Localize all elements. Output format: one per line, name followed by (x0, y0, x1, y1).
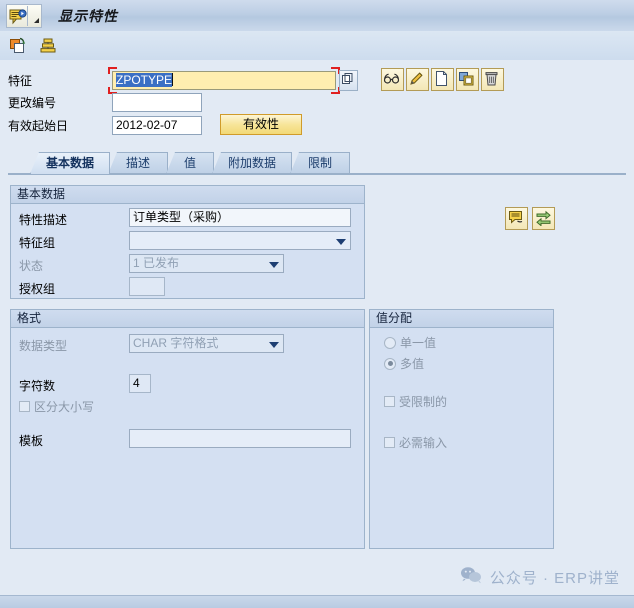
tab-description[interactable]: 描述 (108, 152, 168, 174)
characteristic-label: 特征 (8, 74, 33, 88)
valid-from-input[interactable]: 2012-02-07 (112, 116, 202, 135)
watermark: 公众号 · ERP讲堂 (460, 566, 620, 588)
characteristic-input[interactable]: ZPOTYPE (112, 71, 336, 90)
sap-characteristic-icon (7, 6, 27, 26)
characteristic-focus-frame: ZPOTYPE (108, 67, 340, 94)
copy-from-icon[interactable] (456, 68, 479, 91)
checkbox-box-icon (384, 396, 395, 407)
auth-group-label: 授权组 (19, 282, 56, 296)
entry-required-label: 必需输入 (399, 436, 448, 450)
data-type-value: CHAR 字符格式 (133, 336, 219, 350)
basic-data-group-title: 基本数据 (11, 186, 364, 204)
change-number-label: 更改编号 (8, 96, 57, 110)
menu-arrow-icon[interactable] (28, 6, 41, 26)
status-value: 1 已发布 (133, 256, 180, 270)
edit-pencil-icon[interactable] (406, 68, 429, 91)
tab-content-basic-data: 基本数据 特性描述 订单类型（采购） 特征组 状态 1 已发布 授权组 格式 数… (8, 175, 626, 561)
change-number-input[interactable] (112, 93, 202, 112)
chevron-down-icon (269, 262, 279, 268)
header-form: 特征 ZPOTYPE 更改编号 有效起始日 2012-02-07 有效性 (0, 60, 634, 152)
display-glasses-icon[interactable] (381, 68, 404, 91)
validity-button[interactable]: 有效性 (220, 114, 303, 135)
create-page-icon[interactable] (431, 68, 454, 91)
valid-from-row: 有效起始日 2012-02-07 (8, 116, 202, 135)
radio-circle-icon (384, 336, 396, 349)
wechat-icon (460, 566, 482, 588)
delete-trash-icon[interactable] (481, 68, 504, 91)
number-of-chars-input[interactable]: 4 (129, 374, 151, 393)
value-assignment-group-title: 值分配 (370, 310, 553, 328)
checkbox-box-icon (384, 437, 395, 448)
chevron-down-icon (269, 342, 279, 348)
status-bar (0, 595, 634, 608)
documentation-icon[interactable] (505, 207, 528, 230)
single-value-radio: 单一值 (384, 334, 436, 351)
description-field: 订单类型（采购） (129, 208, 351, 227)
tab-values[interactable]: 值 (166, 152, 214, 174)
number-of-chars-label: 字符数 (19, 379, 56, 393)
single-value-label: 单一值 (400, 336, 437, 350)
radio-circle-selected-icon (384, 357, 396, 370)
sap-window: 显示特性 特征 ZPOTYPE 更改编号 有效起始日 2012-02-07 有效… (0, 0, 634, 608)
hierarchy-icon[interactable] (38, 36, 58, 56)
change-number-row: 更改编号 (8, 93, 202, 112)
data-type-label: 数据类型 (19, 339, 68, 353)
multiple-values-radio: 多值 (384, 355, 424, 372)
search-help-icon[interactable] (339, 70, 358, 91)
template-input[interactable] (129, 429, 351, 448)
status-dropdown: 1 已发布 (129, 254, 284, 273)
tab-restrictions[interactable]: 限制 (290, 152, 350, 174)
copy-icon[interactable] (8, 36, 28, 56)
tab-strip: 基本数据 描述 值 附加数据 限制 (8, 152, 626, 174)
template-label: 模板 (19, 434, 44, 448)
basic-data-group: 基本数据 特性描述 订单类型（采购） 特征组 状态 1 已发布 授权组 (10, 185, 365, 299)
value-assignment-group: 值分配 单一值 多值 受限制的 必需输入 (369, 309, 554, 549)
status-label: 状态 (19, 259, 44, 273)
entry-required-checkbox: 必需输入 (384, 434, 447, 451)
valid-from-label: 有效起始日 (8, 119, 69, 133)
description-label: 特性描述 (19, 213, 68, 227)
exchange-arrows-icon[interactable] (532, 207, 555, 230)
action-button-group (381, 68, 504, 91)
title-bar: 显示特性 (0, 0, 634, 32)
case-sensitive-checkbox: 区分大小写 (19, 398, 94, 415)
format-group-title: 格式 (11, 310, 364, 328)
tab-basic-data[interactable]: 基本数据 (30, 152, 110, 174)
system-menu-button[interactable] (6, 3, 42, 28)
multiple-values-label: 多值 (400, 357, 425, 371)
char-group-dropdown[interactable] (129, 231, 351, 250)
tab-additional-data[interactable]: 附加数据 (212, 152, 292, 174)
char-group-label: 特征组 (19, 236, 56, 250)
data-type-dropdown: CHAR 字符格式 (129, 334, 284, 353)
application-toolbar (0, 31, 634, 61)
text-caret (172, 73, 174, 86)
auth-group-input[interactable] (129, 277, 165, 296)
restricted-label: 受限制的 (399, 395, 448, 409)
restricted-checkbox: 受限制的 (384, 393, 447, 410)
case-sensitive-label: 区分大小写 (34, 400, 95, 414)
format-group: 格式 数据类型 CHAR 字符格式 字符数 4 区分大小写 模板 (10, 309, 365, 549)
characteristic-input-value: ZPOTYPE (116, 73, 173, 87)
chevron-down-icon (336, 239, 346, 245)
characteristic-row: 特征 ZPOTYPE (8, 67, 358, 94)
checkbox-box-icon (19, 401, 30, 412)
watermark-text: 公众号 · ERP讲堂 (489, 569, 620, 587)
page-title: 显示特性 (58, 7, 118, 24)
